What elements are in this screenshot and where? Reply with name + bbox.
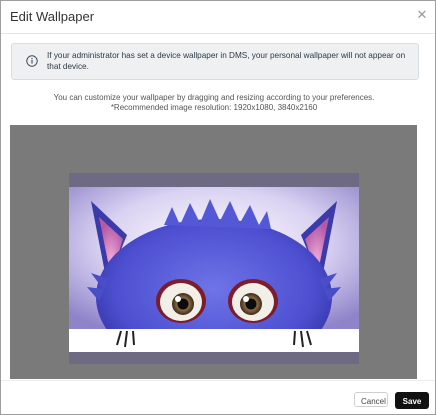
info-alert: If your administrator has set a device w…: [11, 43, 419, 80]
footer-divider: [1, 380, 435, 381]
edit-wallpaper-dialog: Edit Wallpaper ✕ If your administrator h…: [0, 0, 436, 415]
wallpaper-image[interactable]: [69, 173, 359, 364]
monster-illustration: [69, 173, 359, 364]
instructions-text: You can customize your wallpaper by drag…: [53, 93, 375, 102]
close-icon[interactable]: ✕: [415, 8, 429, 22]
dialog-title: Edit Wallpaper: [10, 9, 95, 24]
info-icon: [26, 55, 38, 67]
cancel-button[interactable]: Cancel: [354, 392, 388, 407]
save-button[interactable]: Save: [395, 392, 429, 409]
dialog-header: Edit Wallpaper ✕: [1, 1, 435, 34]
resolution-hint: *Recommended image resolution: 1920x1080…: [110, 103, 318, 112]
alert-message: If your administrator has set a device w…: [47, 51, 406, 71]
